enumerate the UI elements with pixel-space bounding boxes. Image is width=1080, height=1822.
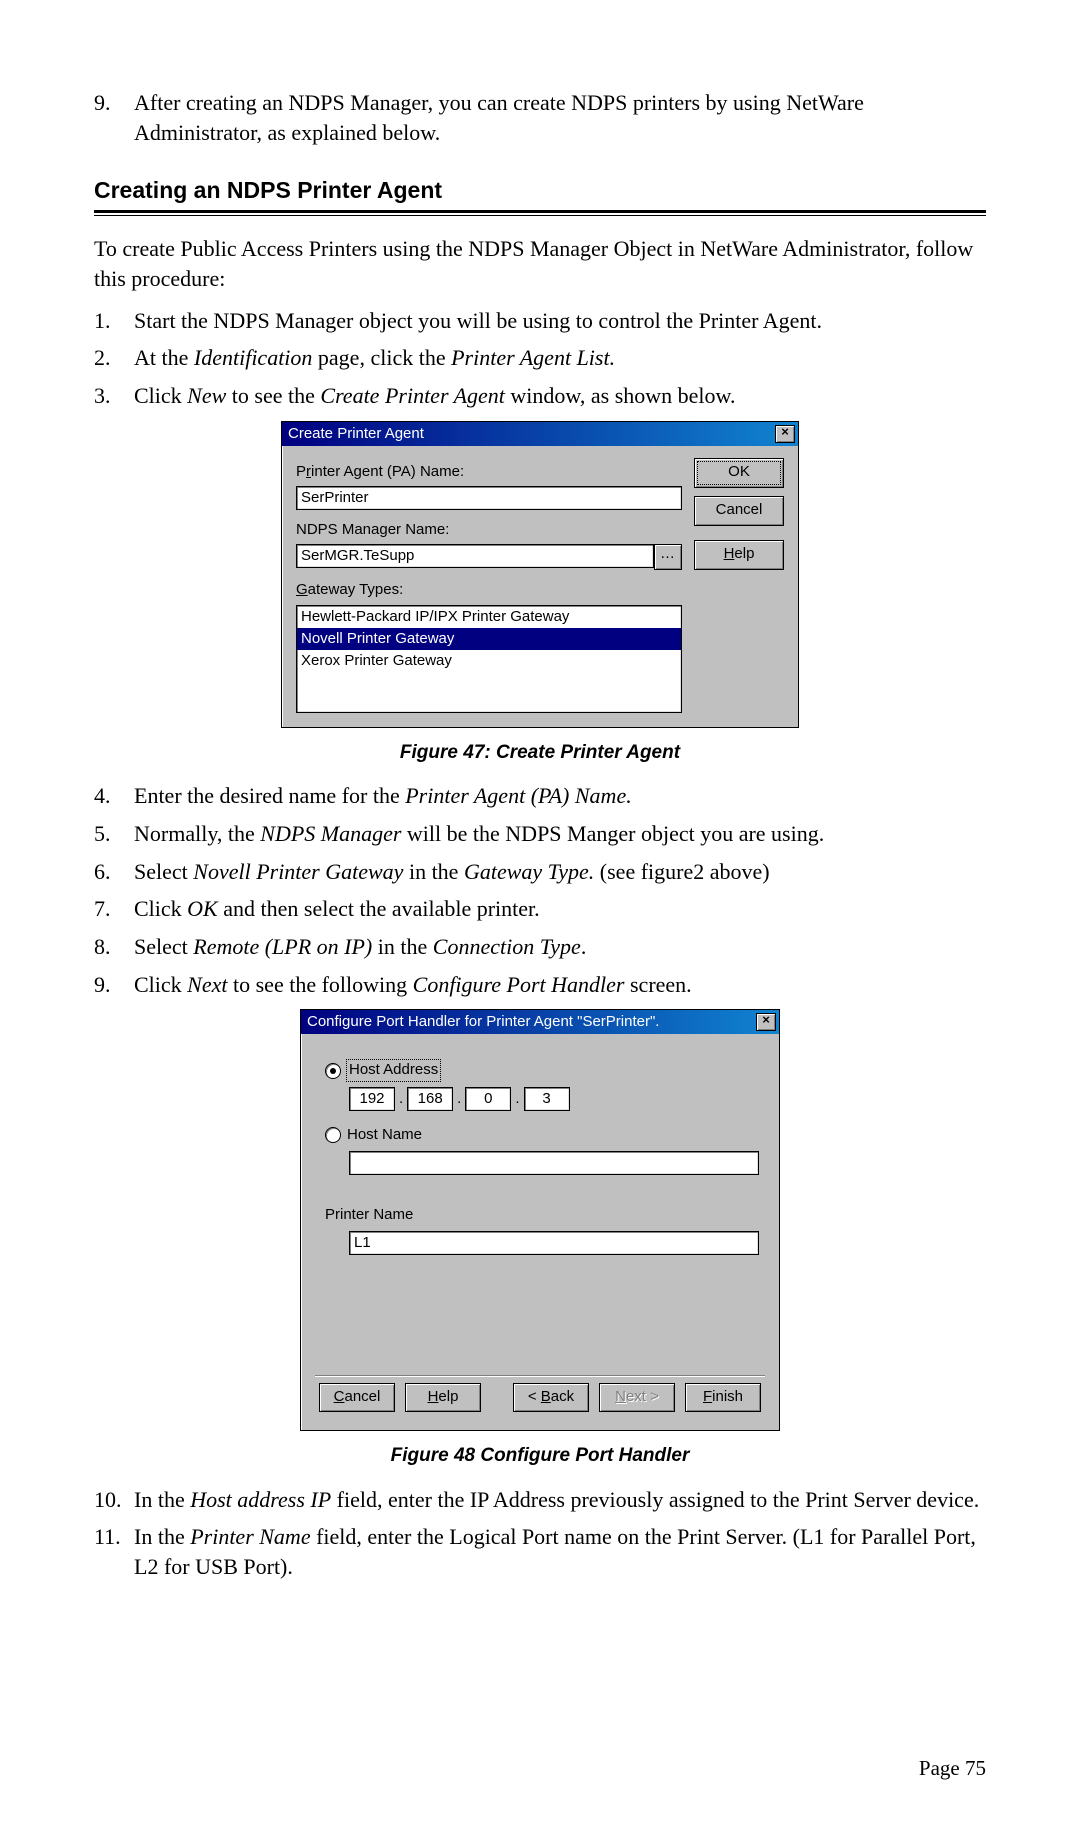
dialog-titlebar[interactable]: Configure Port Handler for Printer Agent… — [301, 1010, 779, 1034]
cancel-button[interactable]: Cancel — [694, 496, 784, 526]
list-item[interactable]: Xerox Printer Gateway — [297, 650, 681, 672]
figure-47-caption: Figure 47: Create Printer Agent — [94, 740, 986, 766]
ndps-manager-label: NDPS Manager Name: — [296, 520, 682, 540]
host-name-label: Host Name — [347, 1125, 422, 1145]
section-rule-thin — [94, 215, 986, 216]
printer-name-input[interactable]: L1 — [349, 1231, 759, 1255]
step-text: After creating an NDPS Manager, you can … — [134, 88, 986, 147]
list-item-selected[interactable]: Novell Printer Gateway — [297, 628, 681, 650]
radio-unchecked-icon — [325, 1127, 341, 1143]
gateway-types-listbox[interactable]: Hewlett-Packard IP/IPX Printer Gateway N… — [296, 605, 682, 713]
section-rule — [94, 210, 986, 213]
step-9b: 9. Click Next to see the following Confi… — [94, 970, 986, 1000]
create-printer-agent-dialog: Create Printer Agent × Printer Agent (PA… — [281, 421, 799, 728]
intro-step-9: 9. After creating an NDPS Manager, you c… — [94, 88, 986, 147]
close-icon[interactable]: × — [756, 1013, 776, 1031]
pa-name-label: Printer Agent (PA) Name: — [296, 462, 682, 482]
dialog-title: Configure Port Handler for Printer Agent… — [307, 1012, 659, 1032]
pa-name-input[interactable]: SerPrinter — [296, 486, 682, 510]
ip-octet-1[interactable]: 192 — [349, 1087, 395, 1111]
step-5: 5. Normally, the NDPS Manager will be th… — [94, 819, 986, 849]
next-button: Next > — [599, 1383, 675, 1412]
step-10: 10. In the Host address IP field, enter … — [94, 1485, 986, 1515]
step-7: 7. Click OK and then select the availabl… — [94, 894, 986, 924]
browse-button[interactable]: … — [654, 544, 682, 570]
back-button[interactable]: < Back — [513, 1383, 589, 1412]
dialog-titlebar[interactable]: Create Printer Agent × — [282, 422, 798, 446]
figure-48-caption: Figure 48 Configure Port Handler — [94, 1443, 986, 1469]
ip-octet-2[interactable]: 168 — [407, 1087, 453, 1111]
ip-octet-4[interactable]: 3 — [524, 1087, 570, 1111]
finish-button[interactable]: Finish — [685, 1383, 761, 1412]
cancel-button[interactable]: Cancel — [319, 1383, 395, 1412]
intro-paragraph: To create Public Access Printers using t… — [94, 234, 986, 293]
step-number: 9. — [94, 88, 134, 147]
configure-port-handler-dialog: Configure Port Handler for Printer Agent… — [300, 1009, 780, 1431]
ip-address-row: 192. 168. 0. 3 — [349, 1087, 761, 1111]
step-4: 4. Enter the desired name for the Printe… — [94, 781, 986, 811]
step-8: 8. Select Remote (LPR on IP) in the Conn… — [94, 932, 986, 962]
step-6: 6. Select Novell Printer Gateway in the … — [94, 857, 986, 887]
host-name-radio[interactable]: Host Name — [325, 1125, 761, 1145]
list-item[interactable]: Hewlett-Packard IP/IPX Printer Gateway — [297, 606, 681, 628]
radio-checked-icon — [325, 1063, 341, 1079]
step-11: 11. In the Printer Name field, enter the… — [94, 1522, 986, 1581]
help-button[interactable]: Help — [405, 1383, 481, 1412]
dialog-button-row: Cancel Help < Back Next > Finish — [319, 1375, 761, 1420]
step-3: 3. Click New to see the Create Printer A… — [94, 381, 986, 411]
host-name-input[interactable] — [349, 1151, 759, 1175]
document-page: 9. After creating an NDPS Manager, you c… — [0, 0, 1080, 1822]
ip-octet-3[interactable]: 0 — [465, 1087, 511, 1111]
host-address-radio[interactable]: Host Address — [325, 1060, 761, 1080]
ok-button[interactable]: OK — [694, 458, 784, 488]
ndps-manager-input[interactable]: SerMGR.TeSupp — [296, 544, 654, 568]
help-button[interactable]: Help — [694, 540, 784, 570]
gateway-types-label: Gateway Types: — [296, 580, 682, 600]
dialog-title: Create Printer Agent — [288, 424, 424, 444]
close-icon[interactable]: × — [775, 425, 795, 443]
printer-name-label: Printer Name — [325, 1205, 761, 1225]
host-address-label: Host Address — [347, 1060, 440, 1080]
section-heading: Creating an NDPS Printer Agent — [94, 175, 986, 206]
step-2: 2. At the Identification page, click the… — [94, 343, 986, 373]
page-number: Page 75 — [919, 1754, 986, 1782]
step-1: 1. Start the NDPS Manager object you wil… — [94, 306, 986, 336]
